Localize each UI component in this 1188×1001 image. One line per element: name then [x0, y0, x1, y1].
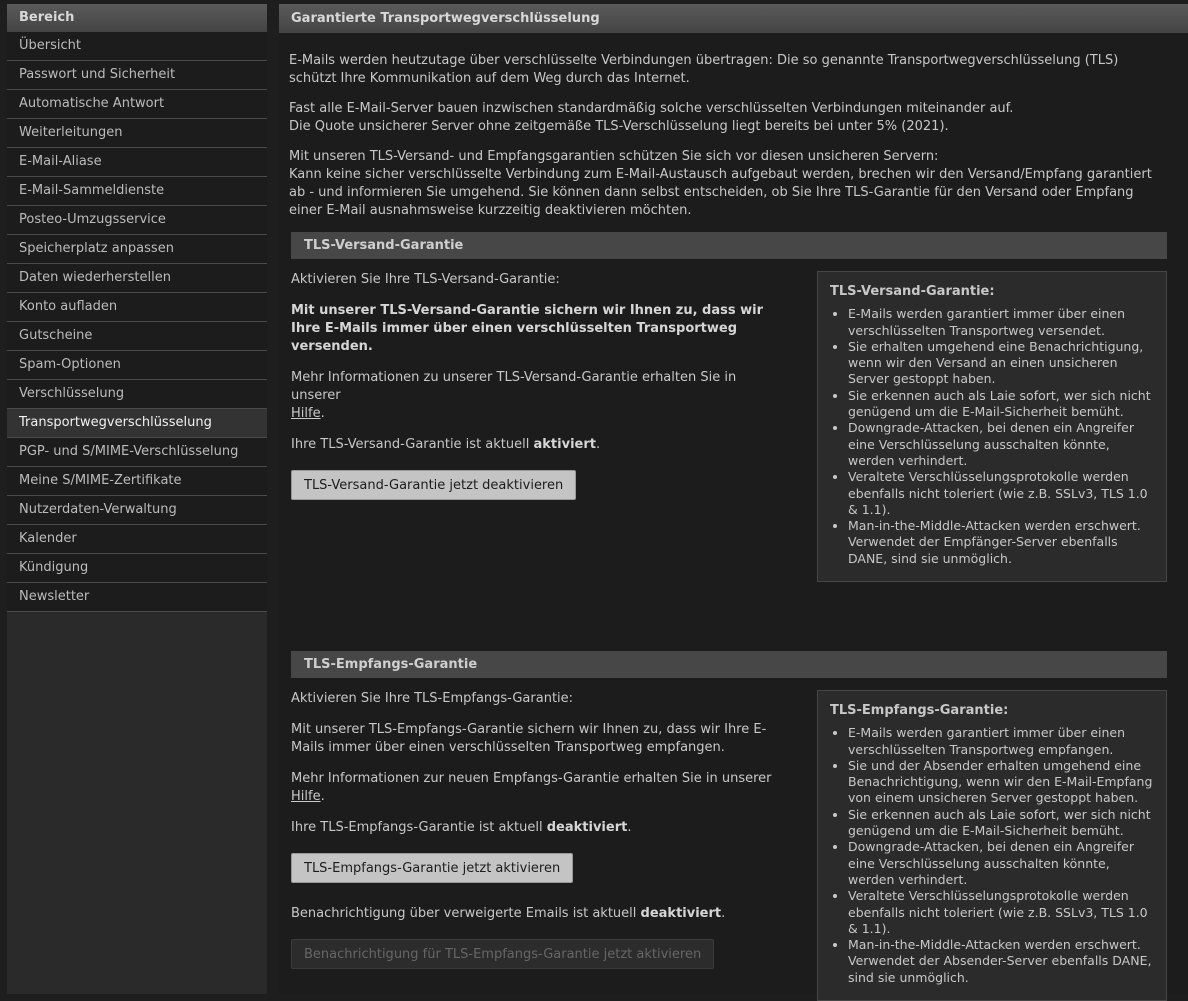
sidebar-item[interactable]: Konto aufladen	[7, 293, 267, 322]
sidebar-item[interactable]: Passwort und Sicherheit	[7, 61, 267, 90]
sidebar-item[interactable]: Transportwegverschlüsselung	[7, 409, 267, 438]
versand-status: Ihre TLS-Versand-Garantie ist aktuell ak…	[291, 437, 601, 452]
more-info: Mehr Informationen zu unserer TLS-Versan…	[291, 370, 737, 421]
benefit-item: E-Mails werden garantiert immer über ein…	[848, 306, 1154, 339]
sidebar-item[interactable]: Übersicht	[7, 32, 267, 61]
status-value: aktiviert	[533, 437, 596, 452]
sidebar-item[interactable]: E-Mail-Sammeldienste	[7, 177, 267, 206]
empfang-status: Ihre TLS-Empfangs-Garantie ist aktuell d…	[291, 820, 632, 835]
intro-paragraph: Mit unseren TLS-Versand- und Empfangsgar…	[289, 149, 1152, 218]
sidebar-item[interactable]: Speicherplatz anpassen	[7, 235, 267, 264]
info-box-title: TLS-Empfangs-Garantie:	[830, 703, 1009, 718]
benefit-item: Sie erkennen auch als Laie sofort, wer s…	[848, 388, 1154, 421]
page-title: Garantierte Transportwegverschlüsselung	[279, 4, 1188, 33]
versand-section: TLS-Versand-Garantie Aktivieren Sie Ihre…	[289, 232, 1178, 583]
more-info: Mehr Informationen zur neuen Empfangs-Ga…	[291, 771, 772, 804]
sidebar: Bereich Übersicht Passwort und Sicherheit…	[7, 4, 267, 994]
sidebar-item[interactable]: Gutscheine	[7, 322, 267, 351]
benefit-item: Veraltete Verschlüsselungsprotokolle wer…	[848, 469, 1154, 518]
sidebar-item[interactable]: Posteo-Umzugsservice	[7, 206, 267, 235]
intro: E-Mails werden heutzutage über verschlüs…	[289, 52, 1159, 220]
activate-label: Aktivieren Sie Ihre TLS-Versand-Garantie…	[291, 272, 560, 287]
sidebar-item[interactable]: E-Mail-Aliase	[7, 148, 267, 177]
benefit-item: Sie und der Absender erhalten umgehend e…	[848, 758, 1154, 807]
sidebar-item[interactable]: Newsletter	[7, 583, 267, 612]
benefit-item: Man-in-the-Middle-Attacken werden erschw…	[848, 518, 1154, 567]
sidebar-item[interactable]: Nutzerdaten-Verwaltung	[7, 496, 267, 525]
status-value: deaktiviert	[640, 906, 722, 921]
notify-status: Benachrichtigung über verweigerte Emails…	[291, 906, 726, 921]
sidebar-item[interactable]: Daten wiederherstellen	[7, 264, 267, 293]
info-box-title: TLS-Versand-Garantie:	[830, 284, 995, 299]
sidebar-item[interactable]: Verschlüsselung	[7, 380, 267, 409]
sidebar-item[interactable]: PGP- und S/MIME-Verschlüsselung	[7, 438, 267, 467]
section-header-versand: TLS-Versand-Garantie	[291, 232, 1167, 259]
benefit-item: E-Mails werden garantiert immer über ein…	[848, 725, 1154, 758]
intro-paragraph: E-Mails werden heutzutage über verschlüs…	[289, 53, 1119, 86]
status-value: deaktiviert	[546, 820, 628, 835]
activate-label: Aktivieren Sie Ihre TLS-Empfangs-Garanti…	[291, 691, 574, 706]
activate-empfang-button[interactable]: TLS-Empfangs-Garantie jetzt aktivieren	[291, 853, 574, 883]
versand-info-box: TLS-Versand-Garantie: E-Mails werden gar…	[817, 271, 1167, 583]
sidebar-item[interactable]: Kündigung	[7, 554, 267, 583]
empfang-promise: Mit unserer TLS-Empfangs-Garantie sicher…	[291, 722, 767, 755]
help-link[interactable]: Hilfe	[291, 789, 321, 804]
empfang-benefits-list: E-Mails werden garantiert immer über ein…	[830, 725, 1154, 986]
main-panel: Garantierte Transportwegverschlüsselung …	[279, 4, 1188, 1001]
versand-benefits-list: E-Mails werden garantiert immer über ein…	[830, 306, 1154, 567]
benefit-item: Sie erkennen auch als Laie sofort, wer s…	[848, 807, 1154, 840]
benefit-item: Downgrade-Attacken, bei denen ein Angrei…	[848, 839, 1154, 888]
benefit-item: Sie erhalten umgehend eine Benachrichtig…	[848, 339, 1154, 388]
benefit-item: Veraltete Verschlüsselungsprotokolle wer…	[848, 888, 1154, 937]
sidebar-header: Bereich	[7, 4, 267, 32]
sidebar-item[interactable]: Kalender	[7, 525, 267, 554]
sidebar-item[interactable]: Meine S/MIME-Zertifikate	[7, 467, 267, 496]
sidebar-nav: Übersicht Passwort und Sicherheit Automati…	[7, 32, 267, 612]
section-header-empfang: TLS-Empfangs-Garantie	[291, 651, 1167, 678]
versand-promise: Mit unserer TLS-Versand-Garantie sichern…	[291, 303, 764, 354]
sidebar-item[interactable]: Weiterleitungen	[7, 119, 267, 148]
activate-notify-button[interactable]: Benachrichtigung für TLS-Empfangs-Garant…	[291, 939, 715, 969]
empfang-info-box: TLS-Empfangs-Garantie: E-Mails werden ga…	[817, 690, 1167, 1001]
sidebar-item[interactable]: Spam-Optionen	[7, 351, 267, 380]
benefit-item: Man-in-the-Middle-Attacken werden erschw…	[848, 937, 1154, 986]
deactivate-versand-button[interactable]: TLS-Versand-Garantie jetzt deaktivieren	[291, 470, 577, 500]
benefit-item: Downgrade-Attacken, bei denen ein Angrei…	[848, 420, 1154, 469]
intro-paragraph: Fast alle E-Mail-Server bauen inzwischen…	[289, 101, 1014, 134]
sidebar-item[interactable]: Automatische Antwort	[7, 90, 267, 119]
empfang-section: TLS-Empfangs-Garantie Aktivieren Sie Ihr…	[289, 651, 1178, 1001]
help-link[interactable]: Hilfe	[291, 406, 321, 421]
